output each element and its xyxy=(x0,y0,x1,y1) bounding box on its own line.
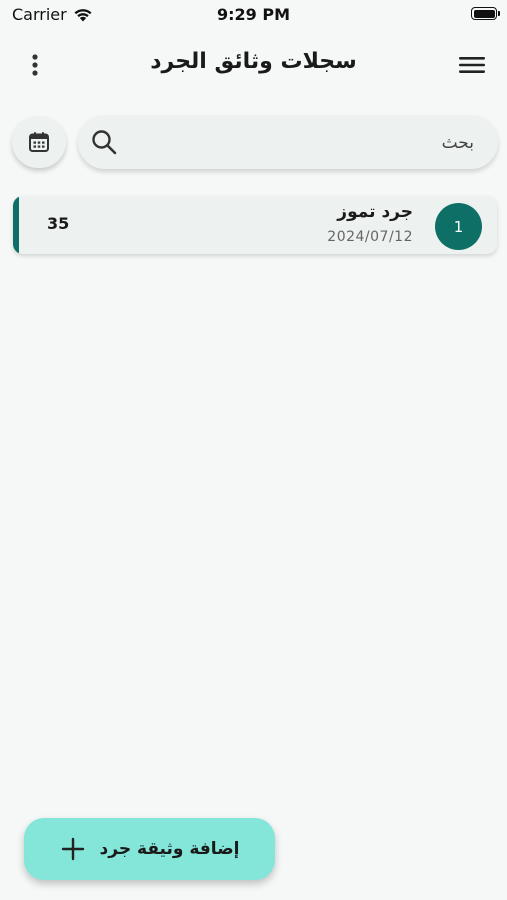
status-bar: Carrier 9:29 PM xyxy=(0,0,507,32)
plus-icon xyxy=(61,837,84,861)
status-time: 9:29 PM xyxy=(216,5,290,24)
search-input[interactable] xyxy=(130,115,476,171)
record-item[interactable]: 35 جرد تموز 2024/07/12 1 xyxy=(13,196,497,254)
page-title: سجلات وثائق الجرد xyxy=(150,49,357,74)
search-row xyxy=(12,115,498,171)
add-inventory-document-button[interactable]: إضافة وثيقة جرد xyxy=(24,818,275,880)
record-count: 35 xyxy=(47,214,70,233)
record-accent-bar xyxy=(13,196,19,254)
menu-button[interactable] xyxy=(457,50,487,80)
calendar-icon xyxy=(29,132,49,152)
app-bar: سجلات وثائق الجرد xyxy=(0,38,507,94)
record-title: جرد تموز xyxy=(337,202,413,222)
calendar-filter-button[interactable] xyxy=(12,116,66,168)
record-date: 2024/07/12 xyxy=(327,229,413,245)
hamburger-menu-icon xyxy=(459,57,485,73)
add-button-label: إضافة وثيقة جرد xyxy=(99,839,240,859)
record-index-badge: 1 xyxy=(435,203,482,250)
battery-icon xyxy=(471,7,500,20)
search-icon xyxy=(92,130,117,155)
search-field[interactable] xyxy=(78,115,498,171)
